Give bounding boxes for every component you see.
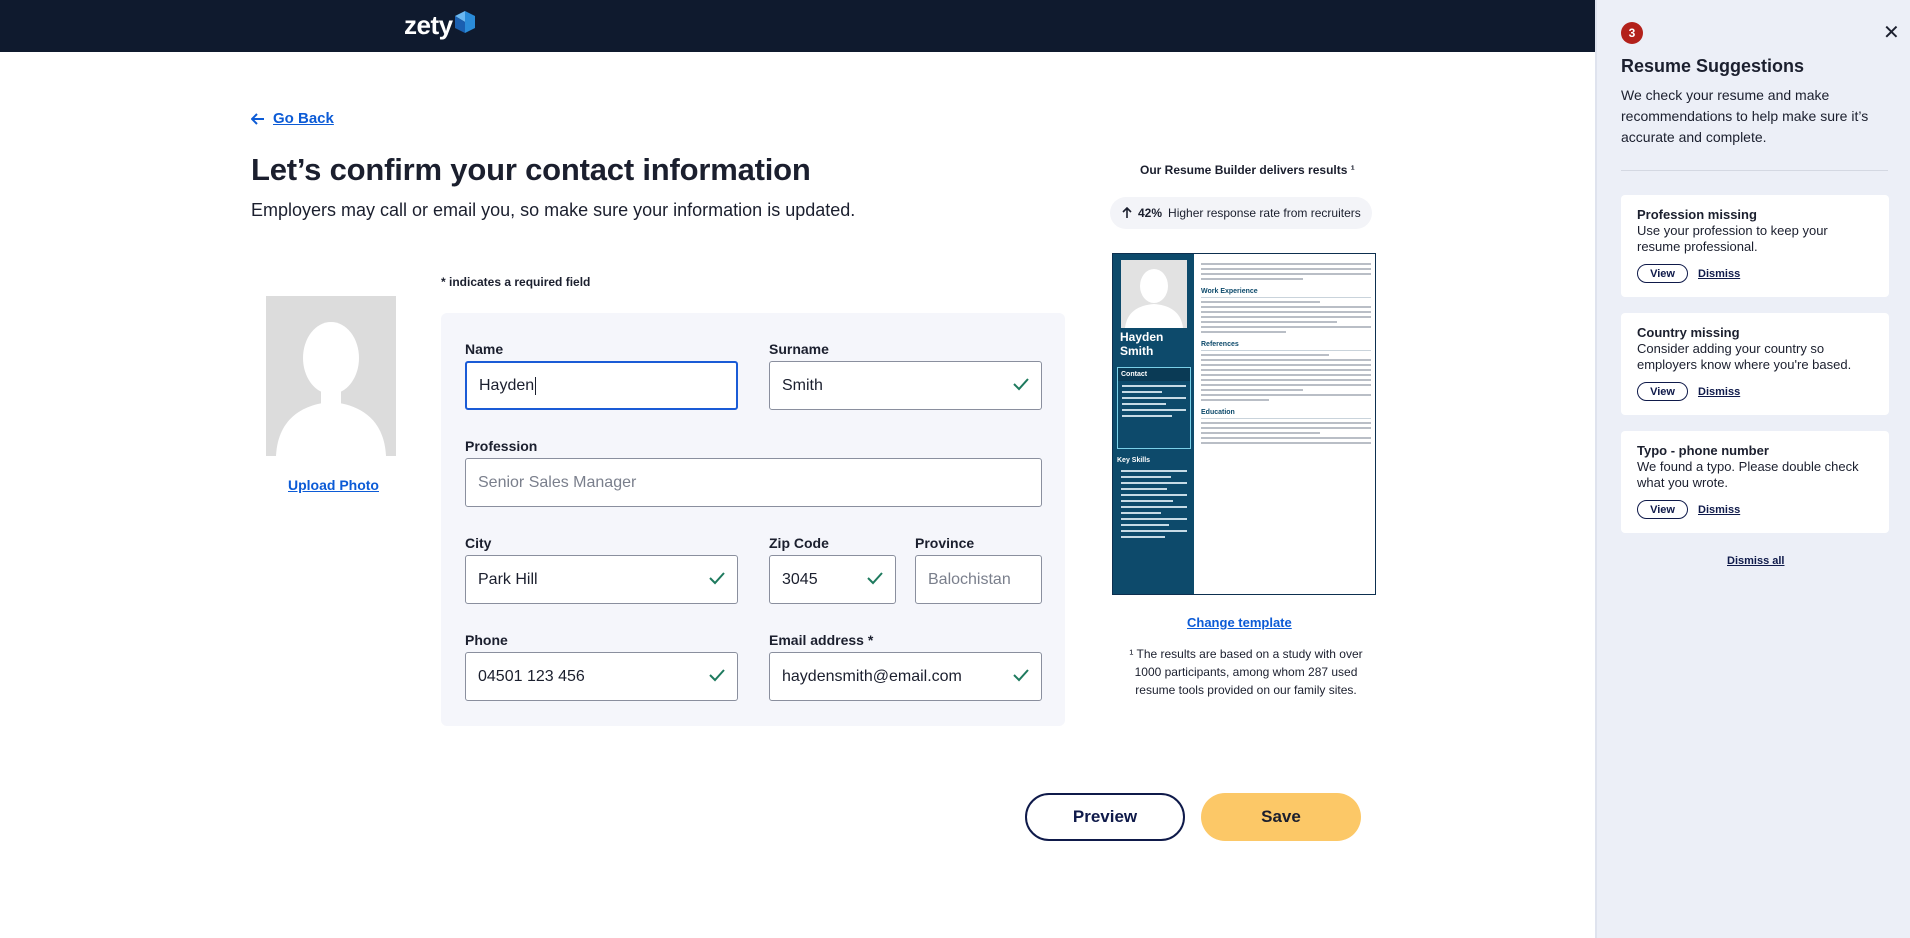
province-placeholder: Balochistan <box>928 570 1011 588</box>
suggestion-count-badge: 3 <box>1621 22 1643 44</box>
suggestion-title: Country missing <box>1637 325 1740 340</box>
profession-input[interactable]: Senior Sales Manager <box>465 458 1042 507</box>
resume-name: Hayden Smith <box>1120 330 1164 358</box>
panel-description: We check your resume and make recommenda… <box>1621 87 1869 145</box>
suggestion-desc: Consider adding your country so employer… <box>1637 341 1852 372</box>
email-value: haydensmith@email.com <box>782 667 962 685</box>
view-button[interactable]: View <box>1637 264 1688 283</box>
results-heading: Our Resume Builder delivers results ¹ <box>1140 163 1355 177</box>
surname-value: Smith <box>782 376 823 394</box>
go-back-label: Go Back <box>273 110 334 127</box>
province-label: Province <box>915 535 975 551</box>
avatar-silhouette-icon <box>1125 269 1183 328</box>
go-back-link[interactable]: Go Back <box>251 110 334 127</box>
dismiss-all-link[interactable]: Dismiss all <box>1727 555 1784 567</box>
surname-input[interactable]: Smith <box>769 361 1042 410</box>
resume-template-preview[interactable]: Hayden Smith Contact Key Skills Work Exp… <box>1112 253 1376 595</box>
resume-skills-block: Key Skills <box>1117 457 1191 538</box>
change-template-link[interactable]: Change template <box>1187 615 1292 630</box>
zip-label: Zip Code <box>769 535 829 551</box>
resume-photo <box>1121 260 1187 328</box>
results-footnote: ¹ The results are based on a study with … <box>1129 647 1363 697</box>
email-input[interactable]: haydensmith@email.com <box>769 652 1042 701</box>
suggestion-card-country: Country missing Consider adding your cou… <box>1621 313 1889 415</box>
avatar-silhouette-icon <box>276 322 386 456</box>
stat-value: 42% <box>1138 206 1163 220</box>
required-field-note: * indicates a required field <box>441 275 591 289</box>
close-icon[interactable]: ✕ <box>1883 20 1900 45</box>
save-button[interactable]: Save <box>1201 793 1361 841</box>
arrow-left-icon <box>251 112 264 125</box>
resume-contact-block: Contact <box>1117 367 1191 449</box>
suggestion-card-phone-typo: Typo - phone number We found a typo. Ple… <box>1621 431 1889 533</box>
name-input[interactable]: Hayden <box>465 361 738 410</box>
suggestion-card-profession: Profession missing Use your profession t… <box>1621 195 1889 297</box>
surname-label: Surname <box>769 341 829 357</box>
view-button[interactable]: View <box>1637 382 1688 401</box>
suggestion-title: Profession missing <box>1637 207 1757 222</box>
resume-section-heading: Work Experience <box>1201 288 1371 298</box>
zip-value: 3045 <box>782 570 818 588</box>
zety-logo[interactable]: zety <box>404 10 475 41</box>
page-title: Let’s confirm your contact information <box>251 152 811 187</box>
stat-text: Higher response rate from recruiters <box>1168 206 1361 220</box>
phone-label: Phone <box>465 632 508 648</box>
check-icon <box>709 572 725 585</box>
resume-suggestions-panel: 3 ✕ Resume Suggestions We check your res… <box>1595 0 1910 938</box>
city-value: Park Hill <box>478 570 538 588</box>
check-icon <box>1013 669 1029 682</box>
profession-label: Profession <box>465 438 538 454</box>
resume-sidebar: Hayden Smith Contact Key Skills <box>1113 254 1194 594</box>
panel-title: Resume Suggestions <box>1621 56 1805 76</box>
upload-photo-link[interactable]: Upload Photo <box>288 477 379 493</box>
text-caret <box>535 376 537 395</box>
city-input[interactable]: Park Hill <box>465 555 738 604</box>
stat-pill: 42% Higher response rate from recruiters <box>1110 197 1372 229</box>
resume-main: Work Experience References Education <box>1201 260 1371 444</box>
suggestion-desc: We found a typo. Please double check wha… <box>1637 459 1859 490</box>
check-icon <box>867 572 883 585</box>
name-label: Name <box>465 341 504 357</box>
logo-cube-icon <box>454 10 475 33</box>
view-button[interactable]: View <box>1637 500 1688 519</box>
arrow-up-icon <box>1122 207 1132 218</box>
suggestion-desc: Use your profession to keep your resume … <box>1637 223 1828 254</box>
check-icon <box>1013 378 1029 391</box>
top-bar: zety <box>0 0 1595 52</box>
province-input[interactable]: Balochistan <box>915 555 1042 604</box>
check-icon <box>709 669 725 682</box>
suggestion-title: Typo - phone number <box>1637 443 1769 458</box>
phone-value: 04501 123 456 <box>478 667 585 685</box>
dismiss-link[interactable]: Dismiss <box>1698 504 1740 516</box>
panel-divider <box>1621 170 1888 171</box>
name-value: Hayden <box>479 376 535 394</box>
profession-placeholder: Senior Sales Manager <box>478 473 637 491</box>
logo-text: zety <box>404 10 453 40</box>
resume-section-heading: References <box>1201 341 1371 351</box>
resume-contact-heading: Contact <box>1118 368 1190 381</box>
dismiss-link[interactable]: Dismiss <box>1698 386 1740 398</box>
contact-form: Name Hayden Surname Smith Profession Sen… <box>441 313 1065 726</box>
phone-input[interactable]: 04501 123 456 <box>465 652 738 701</box>
page-subtitle: Employers may call or email you, so make… <box>251 200 856 220</box>
city-label: City <box>465 535 492 551</box>
zip-input[interactable]: 3045 <box>769 555 896 604</box>
email-label: Email address * <box>769 632 874 648</box>
dismiss-link[interactable]: Dismiss <box>1698 268 1740 280</box>
resume-skills-heading: Key Skills <box>1117 457 1151 464</box>
resume-section-heading: Education <box>1201 409 1371 419</box>
profile-photo-placeholder[interactable] <box>266 296 396 456</box>
preview-button[interactable]: Preview <box>1025 793 1185 841</box>
